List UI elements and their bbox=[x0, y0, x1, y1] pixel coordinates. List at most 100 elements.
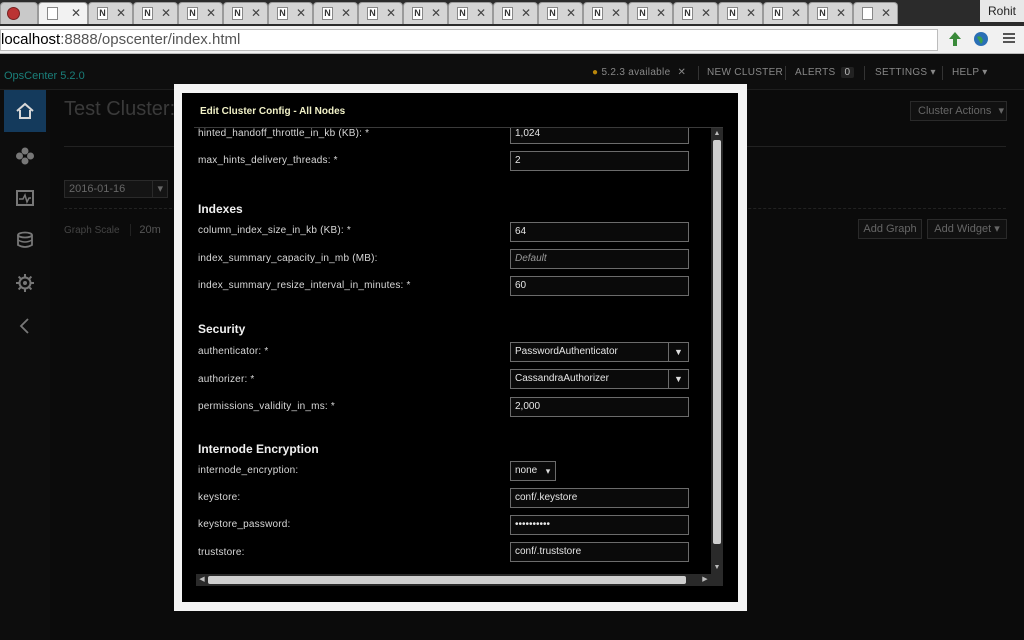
internode-encryption-select[interactable]: none ▾ bbox=[510, 461, 556, 481]
browser-tab[interactable]: N ✕ bbox=[628, 2, 673, 24]
authorizer-select[interactable]: CassandraAuthorizer ▼ bbox=[510, 369, 689, 389]
help-menu[interactable]: HELP ▾ bbox=[952, 67, 988, 78]
browser-tab[interactable]: N ✕ bbox=[448, 2, 493, 24]
nav-divider bbox=[942, 66, 943, 80]
browser-tab[interactable]: N ✕ bbox=[583, 2, 628, 24]
close-tab-icon[interactable]: ✕ bbox=[341, 6, 351, 20]
chevron-down-icon: ▾ bbox=[545, 466, 551, 476]
close-tab-icon[interactable]: ✕ bbox=[296, 6, 306, 20]
page-icon: N bbox=[772, 7, 783, 20]
scrollbar-thumb[interactable] bbox=[208, 576, 686, 584]
close-tab-icon[interactable]: ✕ bbox=[476, 6, 486, 20]
sidebar-item-home[interactable] bbox=[4, 90, 46, 132]
url-path: :8888/opscenter/index.html bbox=[60, 31, 241, 48]
scroll-down-icon[interactable]: ▼ bbox=[711, 562, 723, 574]
brand-logo[interactable]: OpsCenter 5.2.0 bbox=[4, 70, 85, 82]
update-icon: ● bbox=[592, 67, 599, 78]
close-tab-icon[interactable]: ✕ bbox=[431, 6, 441, 20]
close-tab-icon[interactable]: ✕ bbox=[836, 6, 846, 20]
close-tab-icon[interactable]: ✕ bbox=[746, 6, 756, 20]
browser-tab[interactable]: N ✕ bbox=[268, 2, 313, 24]
profile-button[interactable]: Rohit bbox=[980, 0, 1024, 22]
favicon-icon bbox=[7, 7, 20, 20]
browser-tab[interactable]: N ✕ bbox=[673, 2, 718, 24]
close-tab-icon[interactable]: ✕ bbox=[161, 6, 171, 20]
scrollbar-thumb[interactable] bbox=[713, 140, 721, 544]
close-tab-icon[interactable]: ✕ bbox=[71, 6, 81, 20]
page-icon: N bbox=[367, 7, 378, 20]
truststore-input[interactable]: conf/.truststore bbox=[510, 542, 689, 562]
browser-tab[interactable]: N ✕ bbox=[358, 2, 403, 24]
hinted-handoff-input[interactable]: 1,024 bbox=[510, 128, 689, 144]
authenticator-select[interactable]: PasswordAuthenticator ▼ bbox=[510, 342, 689, 362]
close-tab-icon[interactable]: ✕ bbox=[791, 6, 801, 20]
internode-encryption-value: none bbox=[515, 465, 538, 476]
close-tab-icon[interactable]: ✕ bbox=[251, 6, 261, 20]
browser-tab[interactable]: N ✕ bbox=[493, 2, 538, 24]
keystore-password-input[interactable]: •••••••••• bbox=[510, 515, 689, 535]
vertical-scrollbar[interactable]: ▲ ▼ bbox=[711, 128, 723, 574]
dismiss-icon[interactable]: ✕ bbox=[678, 67, 687, 78]
max-hints-input[interactable]: 2 bbox=[510, 151, 689, 171]
update-notice[interactable]: ● 5.2.3 available ✕ bbox=[592, 67, 686, 78]
browser-tab[interactable]: N ✕ bbox=[538, 2, 583, 24]
chevron-left-icon[interactable] bbox=[15, 316, 35, 336]
close-tab-icon[interactable]: ✕ bbox=[116, 6, 126, 20]
browser-tab[interactable]: ✕ bbox=[853, 2, 898, 24]
database-icon[interactable] bbox=[15, 230, 35, 250]
cluster-actions-button[interactable]: Cluster Actions ▾ bbox=[910, 101, 1007, 121]
dashboard-icon[interactable] bbox=[15, 188, 35, 208]
close-tab-icon[interactable]: ✕ bbox=[656, 6, 666, 20]
add-graph-button[interactable]: Add Graph bbox=[858, 219, 922, 239]
close-tab-icon[interactable]: ✕ bbox=[611, 6, 621, 20]
close-tab-icon[interactable]: ✕ bbox=[206, 6, 216, 20]
close-tab-icon[interactable]: ✕ bbox=[881, 6, 891, 20]
permissions-validity-input[interactable]: 2,000 bbox=[510, 397, 689, 417]
page-icon: N bbox=[547, 7, 558, 20]
close-tab-icon[interactable]: ✕ bbox=[566, 6, 576, 20]
authenticator-value: PasswordAuthenticator bbox=[515, 346, 618, 357]
close-tab-icon[interactable]: ✕ bbox=[701, 6, 711, 20]
keystore-input[interactable]: conf/.keystore bbox=[510, 488, 689, 508]
browser-tab-active[interactable]: ✕ bbox=[38, 2, 88, 24]
chevron-down-icon: ▼ bbox=[668, 370, 688, 388]
graph-scale-value[interactable]: 20m bbox=[130, 224, 161, 236]
extension-icon[interactable] bbox=[946, 31, 964, 49]
index-summary-capacity-input[interactable]: Default bbox=[510, 249, 689, 269]
browser-tab[interactable]: N ✕ bbox=[313, 2, 358, 24]
scroll-right-icon[interactable]: ▶ bbox=[699, 574, 711, 586]
browser-tab[interactable]: N ✕ bbox=[223, 2, 268, 24]
scroll-left-icon[interactable]: ◀ bbox=[196, 574, 208, 586]
nav-divider bbox=[864, 66, 865, 80]
browser-tab[interactable]: N ✕ bbox=[403, 2, 448, 24]
gear-icon[interactable] bbox=[15, 273, 35, 293]
truststore-label: truststore: bbox=[198, 547, 245, 558]
globe-icon[interactable] bbox=[972, 31, 990, 49]
menu-icon[interactable] bbox=[1000, 31, 1018, 49]
add-widget-button[interactable]: Add Widget ▾ bbox=[927, 219, 1007, 239]
alerts-link[interactable]: ALERTS 0 bbox=[795, 67, 855, 78]
browser-tab[interactable]: N ✕ bbox=[763, 2, 808, 24]
section-internode-encryption: Internode Encryption bbox=[198, 442, 319, 456]
column-index-input[interactable]: 64 bbox=[510, 222, 689, 242]
browser-tab[interactable]: N ✕ bbox=[88, 2, 133, 24]
scroll-up-icon[interactable]: ▲ bbox=[711, 128, 723, 140]
url-host: localhost bbox=[1, 31, 61, 48]
browser-tab[interactable] bbox=[0, 2, 38, 24]
index-summary-resize-input[interactable]: 60 bbox=[510, 276, 689, 296]
settings-menu[interactable]: SETTINGS ▾ bbox=[875, 67, 936, 78]
date-value: 2016-01-16 bbox=[69, 183, 126, 195]
new-cluster-link[interactable]: NEW CLUSTER bbox=[707, 67, 783, 78]
nodes-icon[interactable] bbox=[15, 146, 35, 166]
browser-tab[interactable]: N ✕ bbox=[808, 2, 853, 24]
horizontal-scrollbar[interactable]: ◀ ▶ bbox=[196, 574, 723, 586]
browser-tab[interactable]: N ✕ bbox=[133, 2, 178, 24]
page-icon: N bbox=[412, 7, 423, 20]
page-icon: N bbox=[232, 7, 243, 20]
browser-tab[interactable]: N ✕ bbox=[718, 2, 763, 24]
close-tab-icon[interactable]: ✕ bbox=[386, 6, 396, 20]
close-tab-icon[interactable]: ✕ bbox=[521, 6, 531, 20]
browser-tab[interactable]: N ✕ bbox=[178, 2, 223, 24]
date-selector[interactable]: 2016-01-16 ▾ bbox=[64, 180, 168, 198]
url-field[interactable]: localhost:8888/opscenter/index.html bbox=[0, 29, 938, 51]
